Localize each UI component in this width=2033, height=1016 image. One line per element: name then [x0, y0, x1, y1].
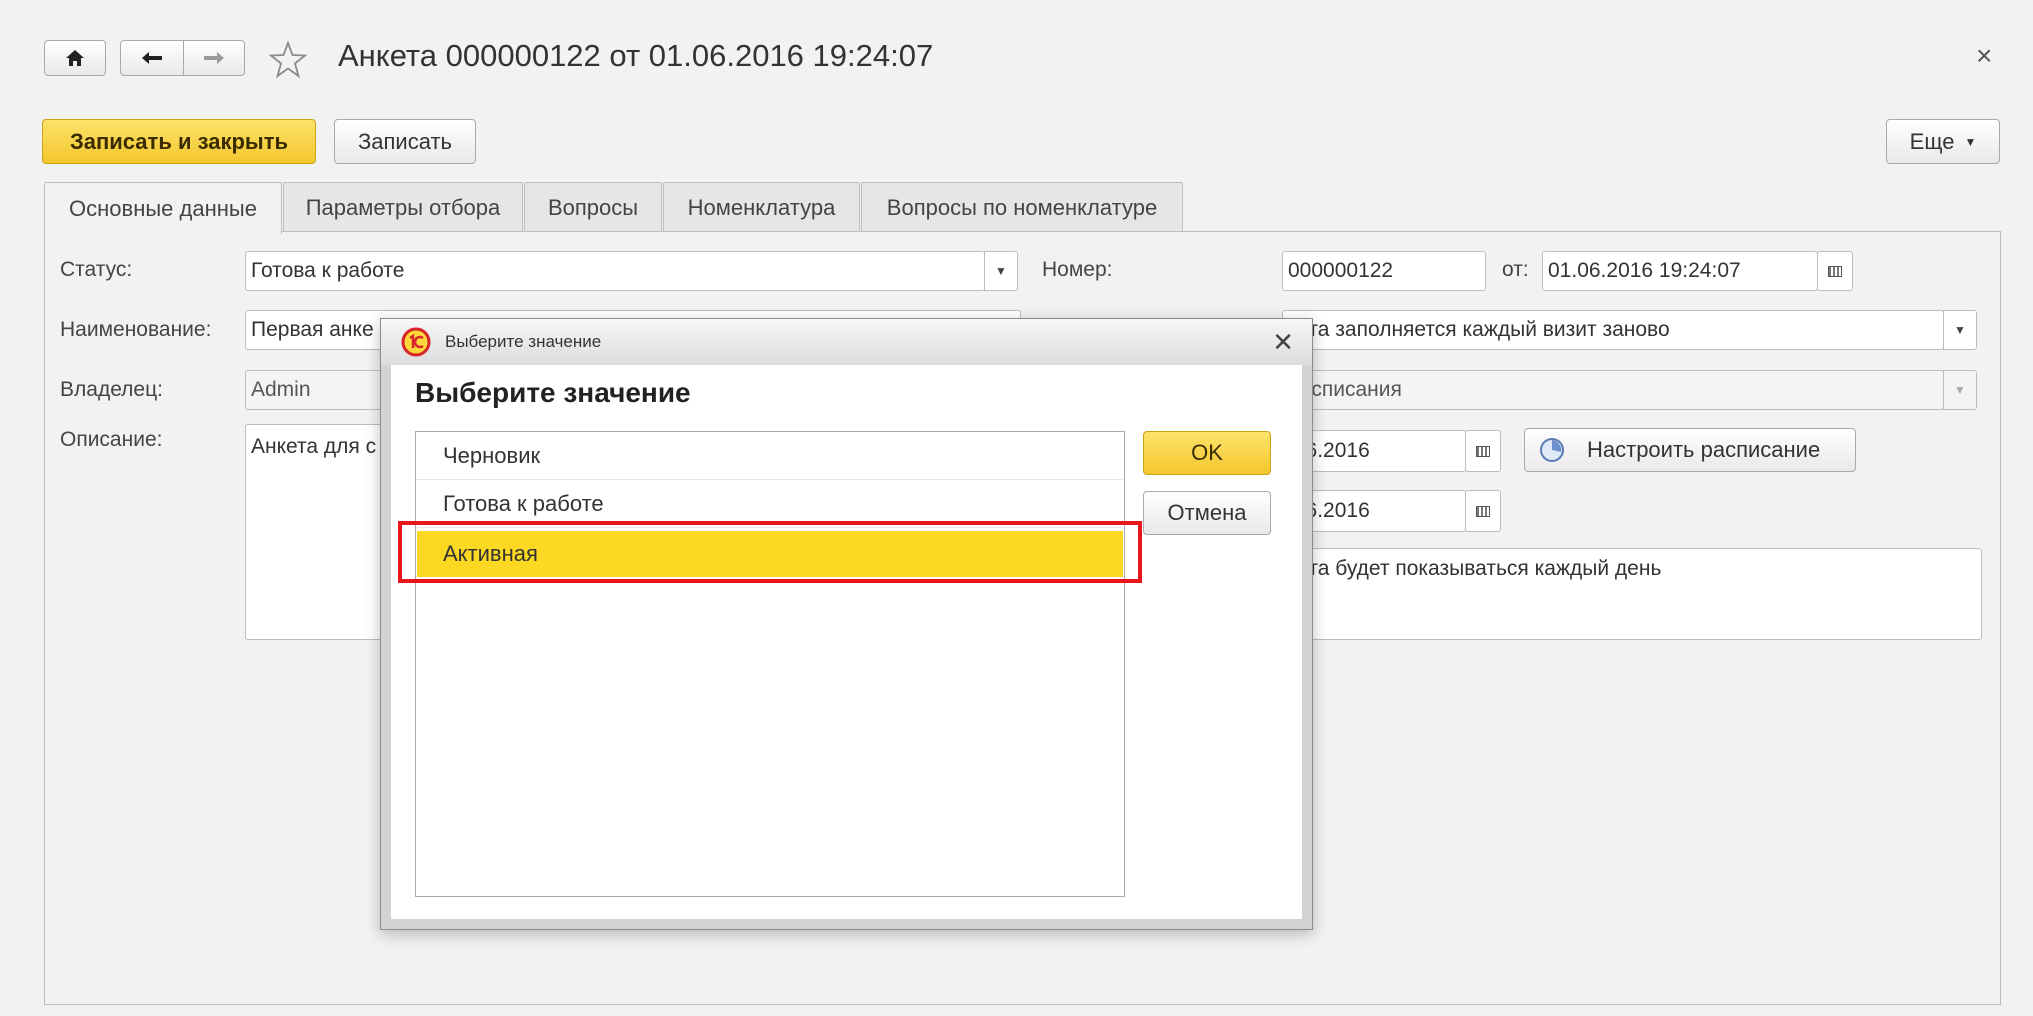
ok-button[interactable]: OK	[1143, 431, 1271, 475]
cancel-button[interactable]: Отмена	[1143, 491, 1271, 535]
dialog-titlebar-text: Выберите значение	[445, 332, 602, 351]
tab-nomenclature-questions[interactable]: Вопросы по номенклатуре	[861, 182, 1183, 232]
calendar-icon	[1828, 265, 1842, 277]
tab-questions[interactable]: Вопросы	[524, 182, 662, 232]
selection-highlight-frame	[398, 521, 1142, 583]
back-button[interactable]	[120, 40, 184, 76]
status-field[interactable]: Готова к работе	[245, 251, 985, 291]
calendar-icon	[1476, 445, 1490, 457]
date-field[interactable]: 01.06.2016 19:24:07	[1542, 251, 1818, 291]
list-item-label: Готова к работе	[443, 490, 604, 516]
select-value-dialog: Выберите значение ✕ Выберите значение Че…	[380, 318, 1313, 930]
owner-label: Владелец:	[60, 378, 163, 401]
schedule-type-field[interactable]: расписания	[1282, 370, 1944, 410]
save-and-close-button[interactable]: Записать и закрыть	[42, 119, 316, 164]
tab-main-data[interactable]: Основные данные	[44, 182, 282, 234]
forward-button[interactable]	[183, 40, 245, 76]
date-label: от:	[1502, 258, 1529, 281]
dialog-close-icon[interactable]: ✕	[1272, 327, 1294, 358]
name-label: Наименование:	[60, 318, 212, 341]
arrow-right-icon	[204, 52, 224, 64]
dropdown-arrow-icon: ▼	[1954, 323, 1966, 337]
date-calendar-button[interactable]	[1817, 251, 1853, 291]
schedule-type-dropdown-button[interactable]: ▼	[1943, 370, 1977, 410]
arrow-left-icon	[142, 52, 162, 64]
list-item-label: Черновик	[443, 442, 541, 468]
fill-mode-field[interactable]: кета заполняется каждый визит заново	[1282, 310, 1944, 350]
dropdown-arrow-icon: ▼	[1954, 383, 1966, 397]
window-close-icon[interactable]: ×	[1976, 40, 1992, 72]
date-end-calendar-button[interactable]	[1465, 490, 1501, 532]
configure-schedule-label: Настроить расписание	[1587, 437, 1821, 462]
dialog-body: Выберите значение Черновик Готова к рабо…	[391, 365, 1302, 919]
home-button[interactable]	[44, 40, 106, 76]
description-label: Описание:	[60, 428, 163, 451]
dialog-titlebar: Выберите значение ✕	[381, 319, 1312, 365]
dialog-heading: Выберите значение	[415, 377, 691, 408]
number-field[interactable]: 000000122	[1282, 251, 1486, 291]
schedule-note-field: кета будет показываться каждый день	[1282, 548, 1982, 640]
configure-schedule-button[interactable]: Настроить расписание	[1524, 428, 1856, 472]
date-start-calendar-button[interactable]	[1465, 430, 1501, 472]
status-label: Статус:	[60, 258, 133, 281]
number-label: Номер:	[1042, 258, 1113, 281]
list-item-draft[interactable]: Черновик	[417, 432, 1123, 480]
clock-icon	[1540, 438, 1564, 462]
save-button[interactable]: Записать	[334, 119, 476, 164]
status-dropdown-button[interactable]: ▼	[984, 251, 1018, 291]
calendar-icon	[1476, 505, 1490, 517]
tab-filter-params[interactable]: Параметры отбора	[283, 182, 523, 232]
1c-logo-icon	[401, 327, 431, 357]
more-button-label: Еще	[1909, 128, 1955, 154]
more-button[interactable]: Еще ▼	[1886, 119, 2000, 164]
value-list[interactable]: Черновик Готова к работе Активная	[415, 431, 1125, 897]
fill-mode-dropdown-button[interactable]: ▼	[1943, 310, 1977, 350]
page-title: Анкета 000000122 от 01.06.2016 19:24:07	[338, 38, 934, 73]
tab-nomenclature[interactable]: Номенклатура	[663, 182, 860, 232]
dropdown-arrow-icon: ▼	[995, 264, 1007, 278]
chevron-down-icon: ▼	[1964, 134, 1977, 149]
favorite-star-icon[interactable]	[268, 40, 308, 80]
home-icon	[66, 50, 84, 66]
